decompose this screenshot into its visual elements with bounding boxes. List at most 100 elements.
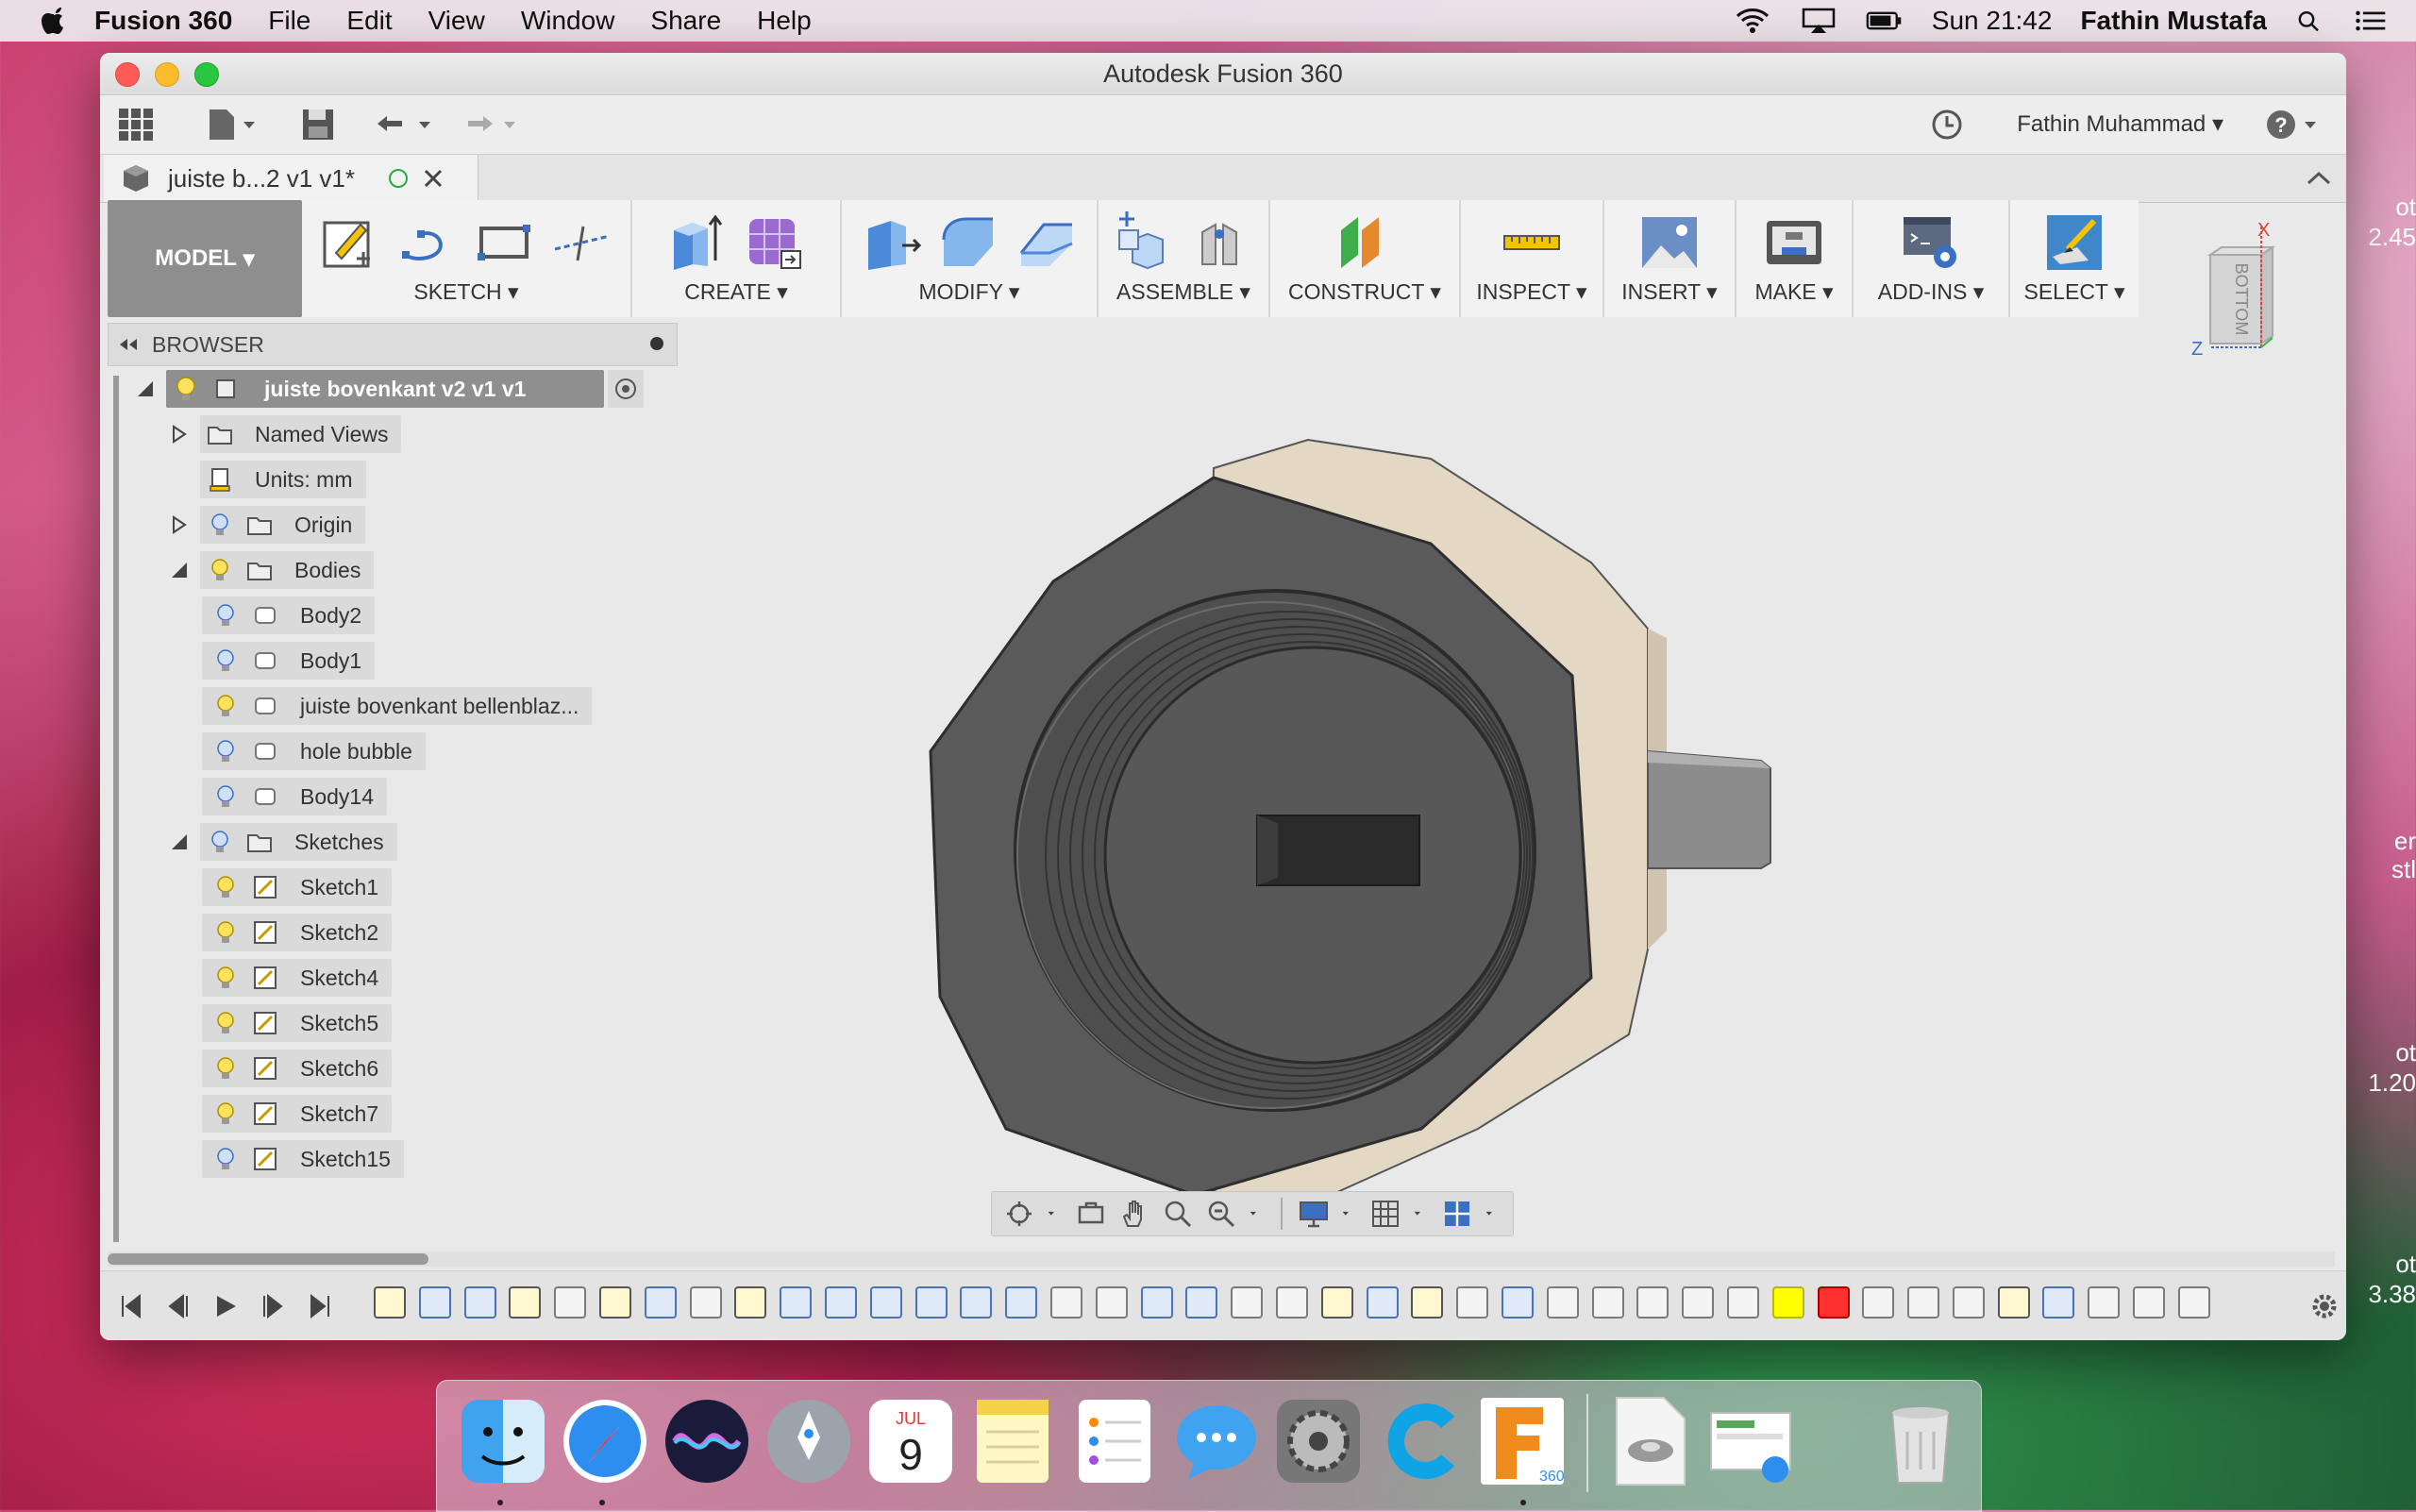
close-tab-icon[interactable] [421,166,445,191]
menu-view[interactable]: View [428,6,485,36]
timeline-extrude-feature[interactable] [1501,1286,1534,1319]
create-form-icon[interactable] [744,211,806,274]
browser-minimize-icon[interactable] [650,337,663,350]
zoom-icon[interactable] [1162,1198,1194,1230]
browser-sketch-item[interactable]: Sketch5 [202,1004,393,1042]
timeline-sketch-feature[interactable] [509,1286,542,1319]
collapse-browser-icon[interactable] [116,335,139,354]
browser-origin[interactable]: Origin [168,506,366,544]
browser-sketches-folder[interactable]: Sketches [168,823,397,861]
timeline-extrude-feature[interactable] [1005,1286,1038,1319]
3d-model-viewport[interactable] [817,412,1912,1242]
grid-settings-icon[interactable] [1369,1198,1401,1230]
notification-center-icon[interactable] [2354,7,2388,35]
browser-sketch-item[interactable]: Sketch4 [202,959,393,997]
battery-icon[interactable] [1866,7,1904,35]
apple-logo-icon[interactable] [40,5,68,37]
lightbulb-off-icon[interactable] [211,782,240,811]
timeline-move-feature[interactable] [1095,1286,1128,1319]
menu-app-name[interactable]: Fusion 360 [94,6,232,36]
expand-triangle-icon[interactable] [168,423,191,445]
lightbulb-on-icon[interactable] [211,1009,240,1037]
extrude-icon[interactable] [666,211,729,274]
timeline-move-feature[interactable] [2088,1286,2121,1319]
menubar-clock[interactable]: Sun 21:42 [1932,6,2053,36]
toolbar-group-assemble[interactable]: ASSEMBLE ▾ [1099,200,1270,317]
timeline-fillet-feature[interactable] [1682,1286,1715,1319]
timeline-extrude-feature[interactable] [780,1286,813,1319]
timeline-extrude-feature[interactable] [1140,1286,1173,1319]
browser-sketch-item[interactable]: Sketch15 [202,1140,404,1178]
timeline-fillet-feature[interactable] [1636,1286,1669,1319]
timeline-fillet-feature[interactable] [1862,1286,1895,1319]
timeline-extrude-feature[interactable] [2042,1286,2075,1319]
lightbulb-on-icon[interactable] [211,1054,240,1083]
sketch-arc-icon[interactable] [396,211,459,274]
browser-body-item[interactable]: juiste bovenkant bellenblaz... [202,687,593,725]
help-icon[interactable]: ? [2263,107,2327,143]
scripts-addins-icon[interactable] [1900,211,1962,274]
menu-share[interactable]: Share [650,6,721,36]
browser-body-item[interactable]: Body1 [202,642,376,680]
workspace-switcher[interactable]: MODEL ▾ [108,200,302,317]
sketch-trim-icon[interactable] [551,211,613,274]
lightbulb-off-icon[interactable] [211,647,240,675]
timeline-body-feature[interactable] [1952,1286,1985,1319]
toolbar-group-make[interactable]: MAKE ▾ [1736,200,1854,317]
trash-icon[interactable] [1875,1394,1966,1488]
toolbar-group-add-ins[interactable]: ADD-INS ▾ [1854,200,2010,317]
timeline-play-icon[interactable] [211,1292,240,1320]
spotlight-search-icon[interactable] [2295,7,2325,35]
new-component-icon[interactable] [1114,211,1176,274]
dropdown-arrow-icon[interactable] [1485,1198,1502,1230]
lightbulb-on-icon[interactable] [172,375,200,403]
toolbar-group-sketch[interactable]: SKETCH ▾ [302,200,632,317]
timeline-extrude-feature[interactable] [869,1286,902,1319]
viewcube-face-label[interactable]: BOTTOM [2232,263,2251,336]
browser-sketch-item[interactable]: Sketch7 [202,1095,393,1133]
timeline-highlighted-feature[interactable] [1771,1286,1804,1319]
measure-icon[interactable] [1501,211,1563,274]
reminders-icon[interactable] [1069,1394,1160,1488]
timeline-move-feature[interactable] [1231,1286,1264,1319]
timeline-extrude-feature[interactable] [644,1286,677,1319]
activate-component-radio[interactable] [608,370,644,408]
airplay-icon[interactable] [1800,7,1837,35]
data-panel-grid-icon[interactable] [117,107,155,143]
chamfer-icon[interactable] [1015,211,1078,274]
browser-units[interactable]: Units: mm [200,461,366,498]
redo-icon[interactable] [459,107,525,143]
viewports-icon[interactable] [1441,1198,1473,1230]
menubar-user[interactable]: Fathin Mustafa [2080,6,2267,36]
3d-print-icon[interactable] [1763,211,1825,274]
file-menu-icon[interactable] [204,107,260,143]
siri-icon[interactable] [662,1394,752,1488]
expand-triangle-icon[interactable] [168,513,191,536]
browser-sketch-item[interactable]: Sketch2 [202,914,393,951]
browser-sketch-item[interactable]: Sketch1 [202,868,393,906]
toolbar-group-select[interactable]: SELECT ▾ [2010,200,2139,317]
dropdown-arrow-icon[interactable] [1413,1198,1430,1230]
close-window-button[interactable] [115,62,140,87]
create-sketch-icon[interactable] [319,211,381,274]
fit-zoom-icon[interactable] [1205,1198,1237,1230]
select-icon[interactable] [2043,211,2106,274]
fusion-360-dock-icon[interactable]: 360 [1477,1394,1568,1488]
menu-help[interactable]: Help [757,6,812,36]
fillet-icon[interactable] [938,211,1000,274]
undo-icon[interactable] [374,107,440,143]
browser-root-node[interactable]: juiste bovenkant v2 v1 v1 [134,370,644,408]
timeline-extrude-feature[interactable] [1366,1286,1399,1319]
timeline-fillet-feature[interactable] [1591,1286,1624,1319]
browser-bodies-folder[interactable]: Bodies [168,551,375,589]
job-status-clock-icon[interactable] [1929,107,1965,143]
lightbulb-on-icon[interactable] [206,556,234,584]
viewcube[interactable]: BOTTOM X Z [2173,208,2305,396]
browser-body-item[interactable]: Body14 [202,778,388,815]
timeline-move-feature[interactable] [2177,1286,2210,1319]
lightbulb-on-icon[interactable] [211,1100,240,1128]
stl-file-icon[interactable] [1603,1394,1694,1488]
toolbar-group-construct[interactable]: CONSTRUCT ▾ [1270,200,1461,317]
sketch-rectangle-icon[interactable] [474,211,536,274]
wifi-icon[interactable] [1734,7,1771,35]
